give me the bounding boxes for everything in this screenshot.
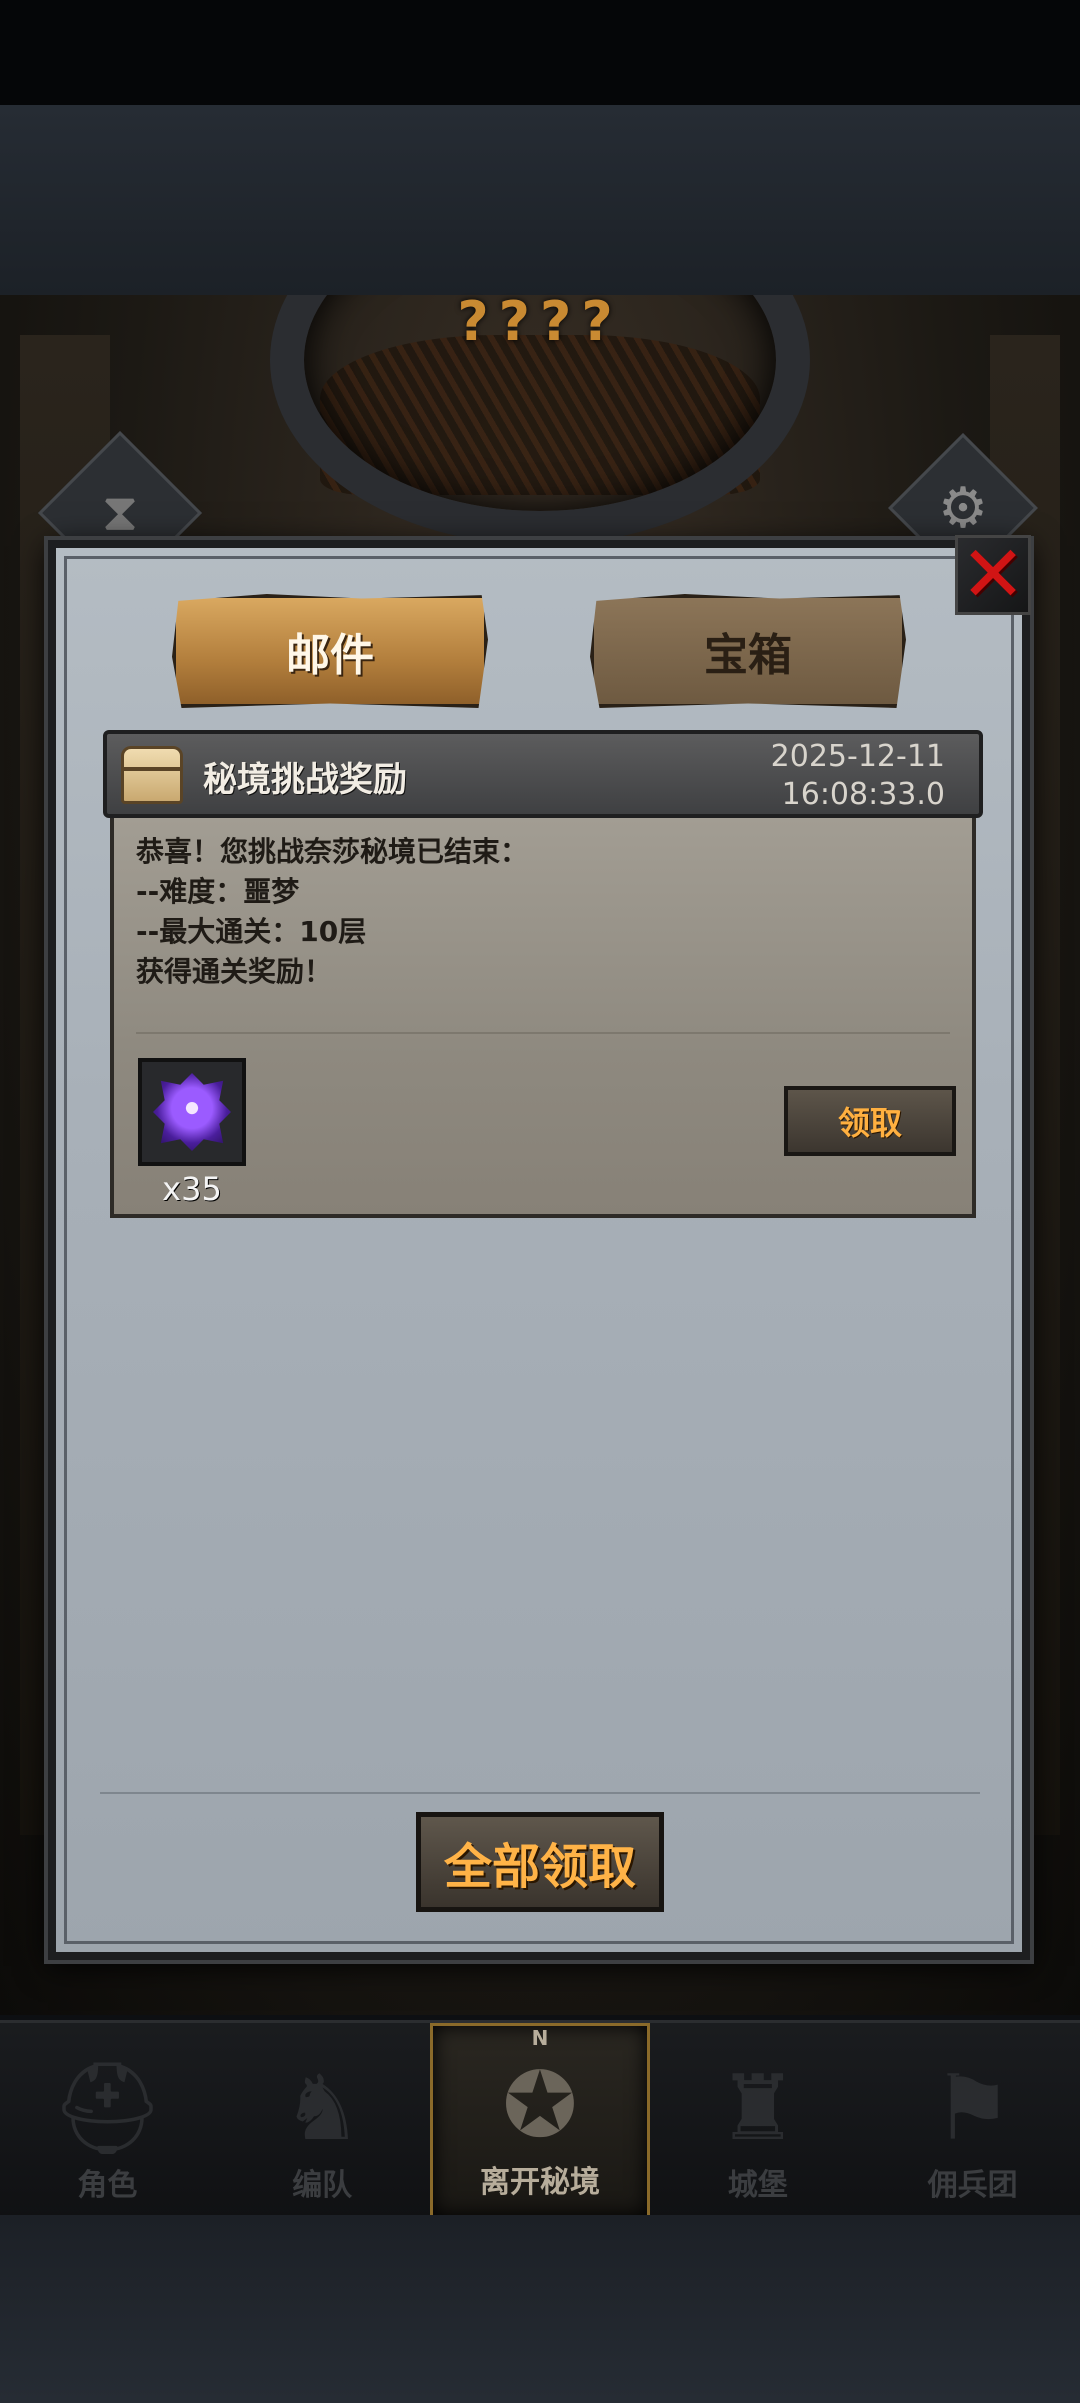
nav-label: 离开秘境	[479, 2165, 600, 2200]
mail-line: --最大通关：10层	[136, 915, 367, 948]
mail-line: 恭喜！您挑战奈莎秘境已结束：	[136, 835, 529, 868]
bottom-nav: ⛑ 角色 ♞ 编队 N ✪ 离开秘境 ♜ 城堡 ⚑ 佣兵团	[0, 2020, 1080, 2218]
secret-realm-title: ????	[457, 290, 623, 353]
tab-chest[interactable]: 宝箱	[590, 594, 906, 708]
claim-button[interactable]: 领取	[784, 1086, 956, 1156]
tab-mail[interactable]: 邮件	[172, 594, 488, 708]
reward-item-slot[interactable]	[138, 1058, 246, 1166]
status-bar-area	[0, 0, 1080, 105]
mail-title: 秘境挑战奖励	[203, 760, 407, 800]
nav-label: 佣兵团	[927, 2168, 1018, 2203]
claim-all-button[interactable]: 全部领取	[416, 1812, 664, 1912]
mail-item-header[interactable]: 秘境挑战奖励 2025-12-11 16:08:33.0	[103, 730, 983, 818]
divider	[136, 1032, 950, 1034]
close-icon: ✕	[960, 530, 1026, 620]
nav-item-castle[interactable]: ♜ 城堡	[650, 2023, 865, 2218]
castle-icon: ♜	[717, 2056, 799, 2161]
nav-item-mercenary[interactable]: ⚑ 佣兵团	[865, 2023, 1080, 2218]
nav-item-character[interactable]: ⛑ 角色	[0, 2023, 215, 2218]
close-button[interactable]: ✕	[955, 535, 1031, 615]
nav-label: 城堡	[727, 2168, 788, 2203]
nav-item-leave-realm[interactable]: N ✪ 离开秘境	[429, 2023, 651, 2218]
chest-icon	[121, 746, 183, 804]
mail-date: 2025-12-11	[770, 739, 945, 774]
reward-count: x35	[162, 1170, 222, 1208]
purple-gem-icon	[153, 1073, 231, 1151]
banner-icon: ⚑	[932, 2056, 1013, 2161]
mail-line: 获得通关奖励！	[136, 955, 333, 988]
mail-timestamp: 2025-12-11 16:08:33.0	[771, 738, 945, 814]
mail-time: 16:08:33.0	[781, 777, 945, 812]
helmet-icon: ⛑	[50, 2056, 165, 2161]
nav-label: 编队	[292, 2168, 353, 2203]
mail-body: 恭喜！您挑战奈莎秘境已结束： --难度：噩梦 --最大通关：10层 获得通关奖励…	[110, 818, 976, 1218]
header-band	[0, 105, 1080, 297]
mail-line: --难度：噩梦	[136, 875, 300, 908]
compass-icon: ✪	[502, 2053, 578, 2158]
divider	[100, 1792, 980, 1794]
mail-text: 恭喜！您挑战奈莎秘境已结束： --难度：噩梦 --最大通关：10层 获得通关奖励…	[136, 832, 528, 992]
compass-north-marker: N	[531, 2026, 549, 2050]
nav-item-formation[interactable]: ♞ 编队	[215, 2023, 430, 2218]
nav-label: 角色	[77, 2168, 138, 2203]
knight-icon: ♞	[281, 2056, 363, 2161]
bottom-band	[0, 2215, 1080, 2403]
